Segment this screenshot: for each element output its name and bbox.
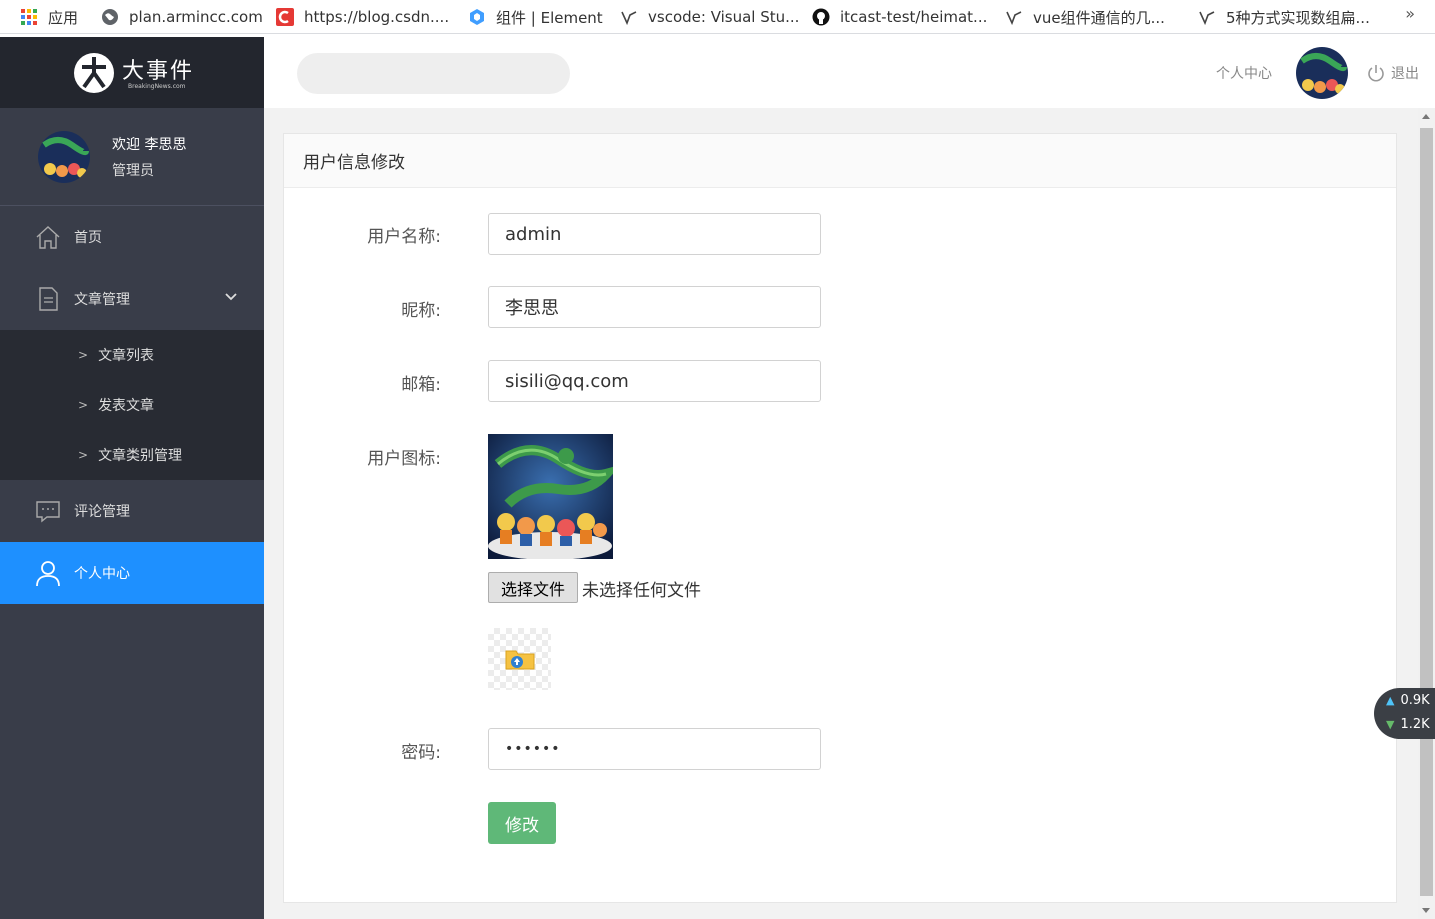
- folder-upload-icon: [505, 650, 534, 670]
- chevron-right-icon: >: [78, 398, 89, 412]
- github-icon: [812, 8, 830, 26]
- network-speed-widget[interactable]: ▲ 0.9K ▼ 1.2K: [1374, 688, 1435, 739]
- sidebar-item-comments[interactable]: 评论管理: [0, 480, 264, 542]
- bookmark-label: 组件 | Element: [496, 8, 603, 27]
- home-icon: [34, 223, 62, 251]
- email-field[interactable]: sisili@qq.com: [488, 360, 821, 402]
- username-field[interactable]: admin: [488, 213, 821, 255]
- bookmark-label: itcast-test/heimat...: [840, 8, 988, 26]
- sidebar-item-label: 首页: [74, 230, 102, 246]
- bookmark-vscode[interactable]: vscode: Visual Stu...: [620, 0, 799, 34]
- password-label: 密码:: [401, 743, 441, 763]
- bookmark-array[interactable]: 5种方式实现数组扁...: [1198, 0, 1370, 34]
- username-label: 用户名称:: [367, 227, 441, 247]
- submenu-item-label: 文章类别管理: [98, 448, 183, 464]
- submenu-item-publish-article[interactable]: > 发表文章: [0, 380, 264, 430]
- submenu-item-category[interactable]: > 文章类别管理: [0, 430, 264, 480]
- choose-file-button[interactable]: 选择文件: [488, 572, 578, 603]
- submenu-articles: > 文章列表 > 发表文章 > 文章类别管理: [0, 330, 264, 480]
- avatar-label: 用户图标:: [367, 449, 441, 469]
- element-icon: [468, 8, 486, 26]
- scroll-thumb[interactable]: [1420, 128, 1433, 896]
- scroll-up-arrow-icon[interactable]: [1422, 114, 1430, 119]
- sidebar-item-personal-center[interactable]: 个人中心: [0, 542, 264, 604]
- logo-text: 大事件: [122, 59, 195, 84]
- document-icon: [34, 285, 62, 313]
- yuque-icon: [1198, 8, 1216, 26]
- password-field[interactable]: ••••••: [488, 728, 821, 770]
- chevron-down-icon: [224, 290, 238, 308]
- avatar[interactable]: [1296, 46, 1348, 99]
- bookmark-apps[interactable]: 应用: [20, 0, 78, 34]
- sidebar-item-label: 评论管理: [74, 504, 130, 520]
- download-speed: 1.2K: [1400, 717, 1430, 732]
- sidebar-item-label: 个人中心: [74, 566, 130, 582]
- globe-icon: [101, 8, 119, 26]
- submenu-item-label: 发表文章: [98, 398, 155, 414]
- submenu-item-label: 文章列表: [98, 348, 155, 364]
- top-right-menu: 个人中心 退出: [1216, 37, 1419, 108]
- upload-preview: [488, 628, 551, 690]
- card-title: 用户信息修改: [284, 134, 1396, 188]
- bookmarks-bar: 应用 plan.armincc.com https://blog.csdn...…: [0, 0, 1435, 34]
- submenu-item-article-list[interactable]: > 文章列表: [0, 330, 264, 380]
- personal-center-link[interactable]: 个人中心: [1216, 63, 1272, 83]
- sidebar-item-label: 文章管理: [74, 292, 130, 308]
- bookmark-label: plan.armincc.com: [129, 8, 263, 26]
- main-content: 用户信息修改 用户名称: admin 昵称: 李思思 邮箱: sisili@qq…: [264, 108, 1418, 919]
- comment-icon: [34, 497, 62, 525]
- sidebar-item-home[interactable]: 首页: [0, 206, 264, 268]
- scrollbar[interactable]: [1418, 108, 1435, 919]
- bookmark-label: 应用: [48, 8, 79, 27]
- bookmark-plan[interactable]: plan.armincc.com: [101, 0, 263, 34]
- bookmark-label: https://blog.csdn....: [304, 8, 450, 26]
- user-role: 管理员: [112, 162, 154, 179]
- logo-subtext: BreakingNews.com: [128, 83, 186, 90]
- upload-speed: 0.9K: [1400, 693, 1430, 708]
- arrow-down-icon: ▼: [1386, 718, 1395, 731]
- yuque-icon: [1005, 8, 1023, 26]
- nickname-field[interactable]: 李思思: [488, 286, 821, 328]
- search-input[interactable]: [297, 53, 570, 94]
- power-icon: [1368, 64, 1384, 81]
- bookmark-csdn[interactable]: https://blog.csdn....: [276, 0, 449, 34]
- email-label: 邮箱:: [401, 375, 441, 395]
- user-info-card: 用户信息修改 用户名称: admin 昵称: 李思思 邮箱: sisili@qq…: [283, 133, 1397, 903]
- top-bar: 个人中心 退出: [264, 37, 1435, 108]
- bookmark-label: vue组件通信的几...: [1033, 8, 1165, 27]
- user-icon: [34, 559, 62, 587]
- avatar-preview-image: [488, 434, 613, 559]
- chevron-right-icon: >: [78, 448, 89, 462]
- sidebar: 欢迎 李思思 管理员 首页 文章管理 > 文章列表 > 发表文章 > 文章类别管…: [0, 108, 264, 919]
- welcome-text: 欢迎 李思思: [112, 136, 187, 153]
- chevron-right-icon: >: [78, 348, 89, 362]
- submit-button[interactable]: 修改: [488, 802, 556, 844]
- user-info: 欢迎 李思思 管理员: [0, 108, 264, 206]
- sidebar-item-articles[interactable]: 文章管理: [0, 268, 264, 330]
- bookmark-vue[interactable]: vue组件通信的几...: [1005, 0, 1165, 34]
- bookmark-github[interactable]: itcast-test/heimat...: [812, 0, 987, 34]
- avatar: [38, 130, 90, 183]
- logo[interactable]: 大事件 BreakingNews.com: [0, 37, 264, 108]
- bookmark-label: 5种方式实现数组扁...: [1226, 8, 1370, 27]
- bookmarks-more-button[interactable]: »: [1405, 4, 1415, 23]
- yuque-icon: [620, 8, 638, 26]
- nickname-label: 昵称:: [401, 301, 441, 321]
- bookmark-element[interactable]: 组件 | Element: [468, 0, 603, 34]
- apps-grid-icon: [20, 8, 38, 26]
- scroll-down-arrow-icon[interactable]: [1422, 908, 1430, 913]
- file-status-text: 未选择任何文件: [582, 581, 701, 601]
- logout-label: 退出: [1391, 65, 1419, 82]
- bookmark-label: vscode: Visual Stu...: [648, 8, 800, 26]
- logout-button[interactable]: 退出: [1366, 63, 1419, 83]
- arrow-up-icon: ▲: [1386, 694, 1395, 707]
- csdn-icon: [276, 8, 294, 26]
